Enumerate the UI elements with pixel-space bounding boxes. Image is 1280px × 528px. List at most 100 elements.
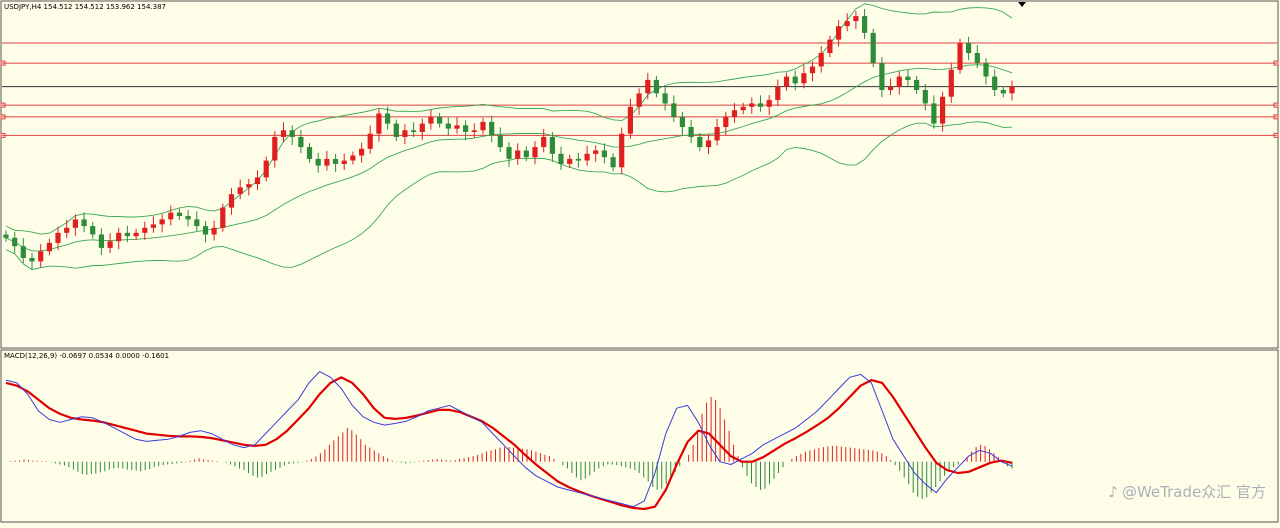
- candle-body: [853, 16, 859, 22]
- candle-body: [740, 106, 746, 111]
- candle-body: [679, 116, 685, 127]
- candle-body: [931, 103, 937, 124]
- candle-body: [844, 21, 850, 27]
- candle-body: [480, 121, 486, 131]
- candle-body: [463, 125, 469, 132]
- candle-body: [549, 137, 555, 154]
- candle-body: [601, 150, 607, 158]
- candle-body: [983, 63, 989, 77]
- candle-body: [437, 116, 443, 124]
- candle-body: [610, 157, 616, 168]
- candle-body: [376, 113, 382, 134]
- candle-body: [289, 130, 295, 137]
- candle-body: [133, 232, 139, 237]
- candle-body: [20, 246, 26, 258]
- candle-body: [263, 160, 269, 178]
- candle-body: [567, 158, 573, 164]
- candle-body: [957, 43, 963, 70]
- candle-body: [72, 219, 78, 228]
- candle-body: [393, 123, 399, 137]
- candle-body: [879, 63, 885, 90]
- candle-body: [783, 76, 790, 87]
- candle-body: [142, 227, 148, 233]
- candle-body: [749, 103, 755, 107]
- candle-body: [541, 137, 547, 148]
- candle-body: [636, 93, 642, 107]
- candle-body: [775, 86, 781, 100]
- candle-body: [55, 232, 61, 243]
- candle-body: [350, 155, 356, 161]
- candle-body: [367, 133, 373, 149]
- candle-body: [506, 147, 512, 159]
- candle-body: [888, 86, 894, 90]
- candle-body: [159, 219, 165, 225]
- candle-body: [445, 123, 451, 129]
- candle-body: [341, 160, 347, 164]
- candle-body: [870, 32, 876, 64]
- candle-body: [627, 106, 633, 134]
- candle-body: [662, 93, 668, 104]
- candle-body: [64, 227, 70, 233]
- candle-body: [766, 100, 772, 107]
- macd-header: MACD(12,26,9) -0.0697 0.0534 0.0000 -0.1…: [4, 352, 170, 360]
- candle-body: [411, 130, 417, 132]
- candle-body: [515, 150, 521, 159]
- candle-body: [723, 116, 729, 127]
- candle-body: [220, 207, 226, 228]
- candle-body: [315, 158, 321, 166]
- candle-body: [228, 194, 235, 208]
- candle-body: [107, 241, 113, 248]
- candle-body: [974, 53, 980, 64]
- candle-body: [671, 103, 677, 117]
- candle-body: [402, 130, 408, 137]
- candle-body: [966, 43, 972, 54]
- candle-body: [645, 79, 651, 94]
- candle-body: [1009, 86, 1015, 94]
- price-header: USDJPY,H4 154.512 154.512 153.962 154.38…: [4, 3, 166, 11]
- candle-body: [827, 39, 833, 53]
- candle-body: [98, 234, 104, 248]
- candle-body: [523, 150, 529, 158]
- chart-canvas: [0, 0, 1280, 524]
- candle-body: [428, 116, 434, 124]
- candle-body: [46, 242, 52, 252]
- candle-body: [757, 103, 764, 107]
- candle-body: [298, 137, 304, 148]
- candle-body: [471, 130, 477, 132]
- candle-body: [914, 79, 920, 90]
- candle-body: [454, 125, 460, 129]
- candle-body: [801, 73, 807, 84]
- candle-body: [29, 258, 35, 262]
- chart-background: [0, 0, 1280, 524]
- candle-body: [385, 113, 391, 124]
- candle-body: [359, 148, 365, 156]
- candle-body: [237, 187, 243, 195]
- candle-body: [862, 16, 868, 33]
- candle-body: [653, 79, 659, 94]
- candle-body: [940, 96, 946, 124]
- candle-body: [688, 127, 694, 138]
- candle-body: [211, 227, 217, 235]
- candle-body: [1000, 90, 1006, 94]
- candle-body: [922, 90, 928, 104]
- candle-body: [593, 150, 599, 154]
- candle-body: [575, 158, 581, 161]
- candle-body: [731, 110, 738, 117]
- candle-body: [280, 130, 287, 137]
- candle-body: [38, 251, 44, 262]
- watermark-text: @WeTrade众汇 官方: [1121, 483, 1266, 501]
- candle-body: [254, 177, 261, 185]
- candle-body: [116, 232, 122, 242]
- candle-body: [558, 153, 564, 164]
- watermark-logo-icon: ♪: [1108, 483, 1118, 501]
- candle-body: [584, 153, 590, 161]
- candle-body: [185, 216, 191, 220]
- candle-body: [697, 137, 703, 148]
- candle-body: [324, 158, 330, 166]
- candle-body: [992, 76, 998, 90]
- candle-body: [150, 224, 156, 228]
- candle-body: [948, 69, 954, 97]
- candle-body: [81, 219, 87, 227]
- candle-body: [497, 135, 503, 148]
- candle-body: [905, 76, 911, 80]
